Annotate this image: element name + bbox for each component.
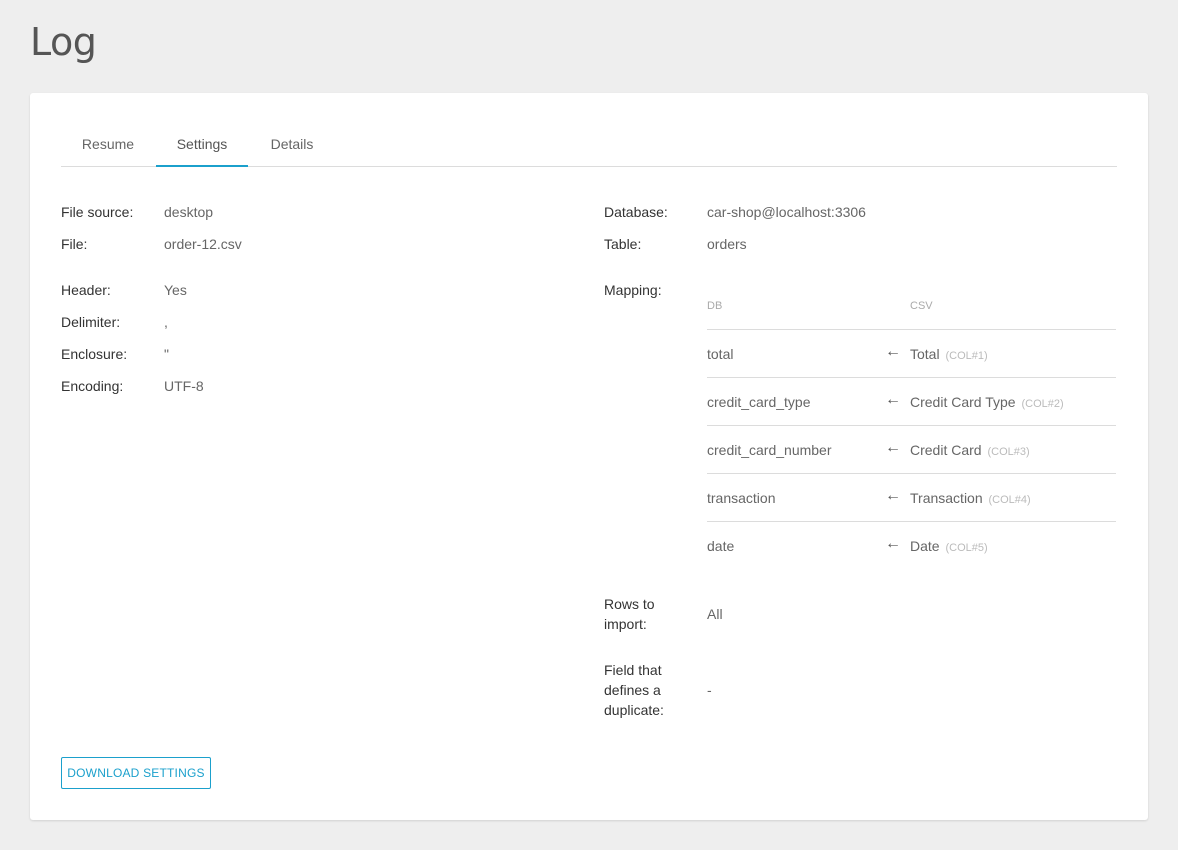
mapping-csv-field: Total (COL#1) [910,346,988,362]
tab-bar: Resume Settings Details [61,123,1117,167]
file-source-value: desktop [164,204,214,220]
mapping-col-index: (COL#4) [988,494,1031,506]
tab-details[interactable]: Details [251,123,333,167]
tab-resume[interactable]: Resume [61,123,155,167]
encoding-value: UTF-8 [164,378,204,394]
database-value: car-shop@localhost:3306 [707,204,866,220]
mapping-db-field: date [707,538,735,554]
arrow-left-icon: ← [885,535,901,552]
file-label: File: [61,236,88,252]
table-value: orders [707,236,747,252]
mapping-row: total ← Total (COL#1) [707,329,1116,377]
mapping-row: transaction ← Transaction (COL#4) [707,473,1116,521]
mapping-csv-field: Date (COL#5) [910,538,988,554]
header-label: Header: [61,282,111,298]
mapping-row: credit_card_type ← Credit Card Type (COL… [707,377,1116,425]
mapping-row: credit_card_number ← Credit Card (COL#3) [707,425,1116,473]
delimiter-value: , [164,314,168,330]
rows-to-import-label: Rows to import: [604,596,655,632]
table-label: Table: [604,236,642,252]
arrow-left-icon: ← [885,343,901,360]
delimiter-label: Delimiter: [61,314,121,330]
mapping-db-field: credit_card_number [707,442,832,458]
mapping-label: Mapping: [604,282,662,298]
encoding-label: Encoding: [61,378,124,394]
arrow-left-icon: ← [885,487,901,504]
mapping-csv-field: Credit Card Type (COL#2) [910,394,1064,410]
mapping-col-index: (COL#2) [1021,398,1064,410]
arrow-left-icon: ← [885,439,901,456]
mapping-csv-header: CSV [910,300,933,312]
mapping-csv-field: Transaction (COL#4) [910,490,1031,506]
mapping-col-index: (COL#3) [987,446,1030,458]
file-value: order-12.csv [164,236,242,252]
duplicate-field-label: Field that defines a duplicate: [604,662,664,718]
mapping-db-field: total [707,346,734,362]
page-title: Log [30,20,97,64]
mapping-row: date ← Date (COL#5) [707,521,1116,569]
enclosure-label: Enclosure: [61,346,128,362]
tab-settings[interactable]: Settings [156,123,248,167]
arrow-left-icon: ← [885,391,901,408]
enclosure-value: " [164,346,169,362]
mapping-csv-field: Credit Card (COL#3) [910,442,1030,458]
download-settings-button[interactable]: DOWNLOAD SETTINGS [61,757,211,789]
header-value: Yes [164,282,187,298]
mapping-db-header: DB [707,300,723,312]
rows-to-import-value: All [707,606,723,622]
file-source-label: File source: [61,204,134,220]
mapping-db-field: transaction [707,490,776,506]
database-label: Database: [604,204,668,220]
settings-card: Resume Settings Details File source: des… [30,93,1148,820]
mapping-col-index: (COL#1) [945,350,988,362]
mapping-db-field: credit_card_type [707,394,811,410]
mapping-col-index: (COL#5) [945,542,988,554]
duplicate-field-value: - [707,682,712,698]
